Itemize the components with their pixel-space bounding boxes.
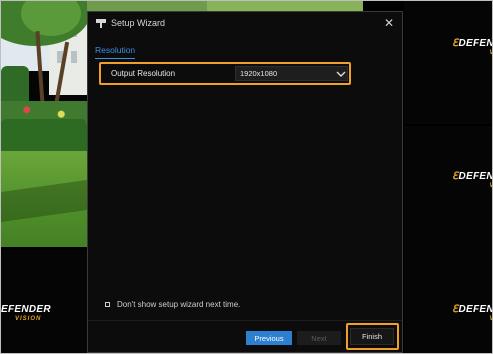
wand-icon	[96, 19, 106, 28]
camera-tile-right-top[interactable]: ℇDEFENDER VISION	[404, 1, 492, 124]
chevron-down-icon	[336, 71, 346, 77]
camera-strip-top	[87, 1, 363, 11]
tab-bar: Resolution	[95, 40, 136, 59]
output-resolution-select[interactable]: 1920x1080	[235, 66, 348, 81]
output-resolution-row: Output Resolution 1920x1080	[99, 62, 351, 85]
tab-resolution[interactable]: Resolution	[95, 45, 136, 59]
dont-show-wizard-label: Don't show setup wizard next time.	[117, 300, 241, 309]
setup-wizard-dialog: Setup Wizard ✕ Resolution Output Resolut…	[87, 11, 403, 353]
close-icon[interactable]: ✕	[384, 16, 394, 30]
previous-button[interactable]: Previous	[246, 331, 292, 345]
output-resolution-label: Output Resolution	[111, 69, 176, 78]
checkbox-icon[interactable]	[105, 302, 110, 307]
defender-logo: ℇDEFENDER VISION	[452, 304, 492, 323]
defender-logo: EFENDER VISION	[1, 304, 51, 323]
camera-tile-right-bottom[interactable]: ℇDEFENDER VISION	[404, 250, 492, 353]
dialog-header: Setup Wizard ✕	[88, 12, 402, 34]
dialog-title: Setup Wizard	[111, 18, 166, 28]
hedge	[1, 66, 29, 106]
output-resolution-value: 1920x1080	[240, 69, 278, 78]
dont-show-wizard-option[interactable]: Don't show setup wizard next time.	[105, 300, 240, 309]
building-window	[71, 51, 77, 63]
finish-button[interactable]: Finish	[350, 328, 394, 345]
camera-tile-bottom-left[interactable]: EFENDER VISION	[1, 250, 87, 353]
camera-tile-live[interactable]	[1, 1, 87, 247]
dialog-footer: Previous Next Finish	[88, 320, 402, 353]
defender-logo: ℇDEFENDER VISION	[452, 38, 492, 57]
camera-tile-right-middle[interactable]: ℇDEFENDER VISION	[404, 126, 492, 250]
next-button[interactable]: Next	[297, 331, 341, 345]
defender-logo: ℇDEFENDER VISION	[452, 171, 492, 190]
